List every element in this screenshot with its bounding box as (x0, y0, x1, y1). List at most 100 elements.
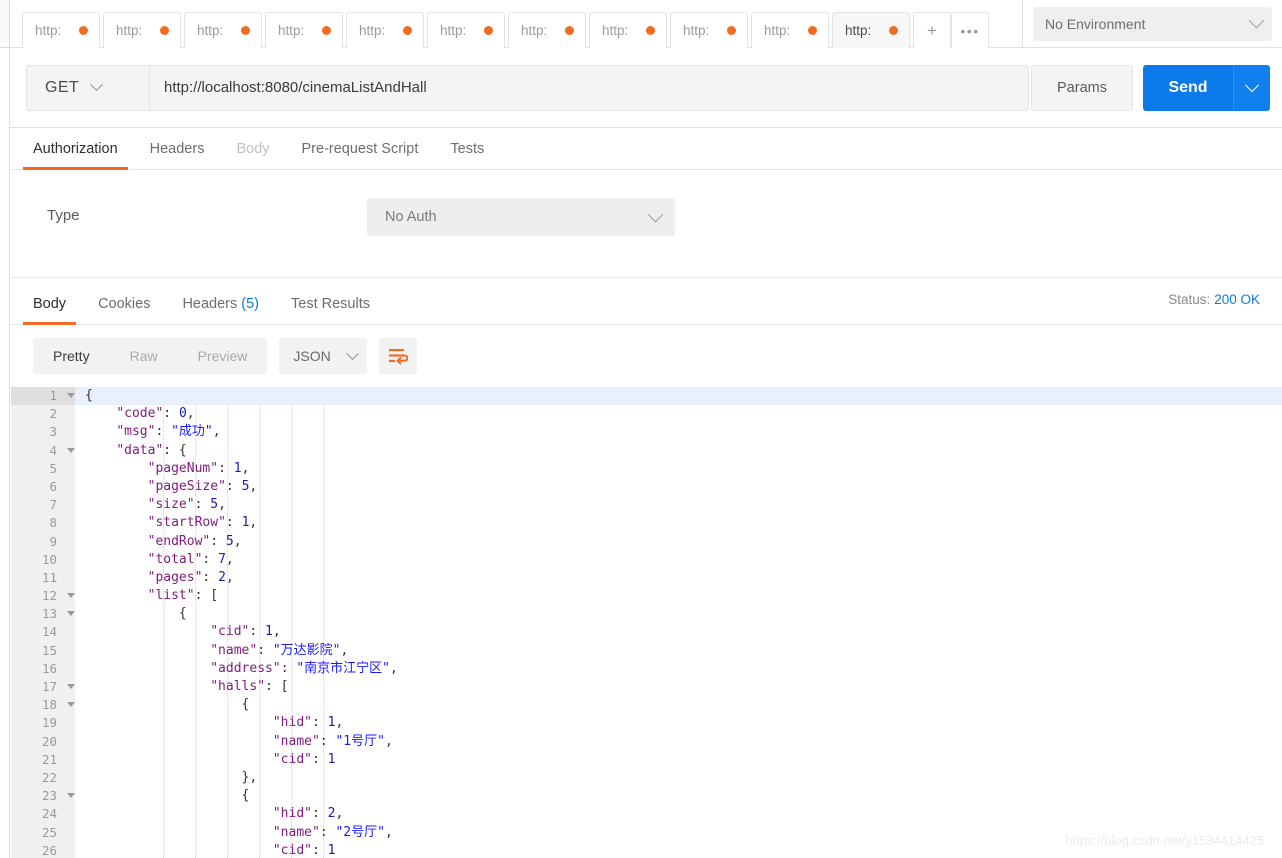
request-tab-label: http: (116, 23, 143, 38)
code-line: 16 "address": "南京市江宁区", (11, 659, 1282, 679)
request-tab-label: http: (602, 23, 629, 38)
response-tab-cookies[interactable]: Cookies (82, 283, 166, 324)
line-number: 2 (49, 406, 57, 422)
line-number-gutter: 21 (11, 750, 75, 769)
send-button[interactable]: Send (1143, 64, 1233, 111)
tab-authorization[interactable]: Authorization (17, 128, 134, 170)
request-tab-label: http: (845, 23, 872, 38)
auth-type-select[interactable]: No Auth (367, 198, 675, 236)
code-line: 15 "name": "万达影院", (11, 641, 1282, 660)
word-wrap-toggle[interactable] (379, 338, 418, 374)
line-number-gutter: 4 (11, 441, 75, 460)
code-line-text: "data": { (116, 442, 187, 458)
code-line: 21 "cid": 1 (11, 750, 1282, 769)
send-options-button[interactable] (1233, 64, 1270, 111)
unsaved-dot-icon (646, 26, 655, 35)
code-line: 8 "startRow": 1, (11, 514, 1282, 533)
line-number-gutter: 2 (11, 405, 75, 424)
view-mode-preview[interactable]: Preview (178, 338, 268, 374)
tab-headers[interactable]: Headers (134, 128, 221, 169)
line-number: 8 (49, 515, 57, 531)
request-tab-5[interactable]: http: (346, 12, 424, 48)
line-number-gutter: 14 (11, 623, 75, 642)
request-tab-6[interactable]: http: (427, 12, 505, 48)
tab-label: Tests (450, 140, 485, 157)
request-tab-label: http: (683, 23, 710, 38)
line-number-gutter: 24 (11, 805, 75, 824)
http-method-select[interactable]: GET (26, 64, 149, 111)
line-number: 6 (49, 478, 57, 494)
tab-tests[interactable]: Tests (434, 128, 500, 169)
line-number-gutter: 16 (11, 659, 75, 679)
code-line-text: "pages": 2, (147, 569, 234, 585)
tab-body[interactable]: Body (220, 128, 285, 169)
fold-triangle-icon[interactable] (67, 393, 75, 398)
response-tab-test-results[interactable]: Test Results (275, 283, 386, 324)
code-line-text: { (85, 388, 93, 403)
response-tab-headers[interactable]: Headers (5) (166, 283, 275, 324)
line-number: 14 (41, 624, 57, 640)
request-tab-11[interactable]: http: (832, 12, 910, 48)
response-tab-count: (5) (241, 295, 259, 312)
code-line: 2 "code": 0, (11, 405, 1282, 424)
code-line-text: "address": "南京市江宁区", (210, 660, 398, 676)
request-tab-9[interactable]: http: (670, 12, 748, 48)
code-line: 14 "cid": 1, (11, 623, 1282, 642)
code-line-text: "hid": 1, (272, 715, 344, 731)
tab-label: Pre-request Script (301, 140, 419, 157)
url-input[interactable]: http://localhost:8080/cinemaListAndHall (149, 64, 1029, 111)
line-number-gutter: 22 (11, 768, 75, 788)
view-mode-pretty[interactable]: Pretty (33, 338, 110, 374)
line-number-gutter: 13 (11, 605, 75, 624)
fold-triangle-icon[interactable] (67, 702, 75, 708)
view-mode-raw[interactable]: Raw (110, 338, 178, 374)
line-number-gutter: 26 (11, 841, 75, 858)
unsaved-dot-icon (565, 26, 574, 35)
fold-triangle-icon[interactable] (67, 793, 75, 799)
response-section-tabs: Body Cookies Headers (5) Test Results Status… (11, 283, 1282, 325)
new-tab-button[interactable]: + (913, 12, 951, 48)
request-tab-7[interactable]: http: (508, 12, 586, 48)
fold-triangle-icon[interactable] (67, 684, 75, 689)
line-number-gutter: 17 (11, 678, 75, 697)
tab-label: Authorization (33, 140, 118, 157)
response-format-select[interactable]: JSON (279, 338, 368, 374)
line-number-gutter: 7 (11, 496, 75, 515)
line-number: 25 (41, 824, 57, 840)
fold-triangle-icon[interactable] (67, 611, 75, 617)
fold-triangle-icon[interactable] (67, 593, 75, 599)
code-line-text: { (241, 788, 250, 804)
request-tab-2[interactable]: http: (103, 12, 181, 48)
request-tab-1[interactable]: http: (22, 12, 100, 48)
code-line: 7 "size": 5, (11, 496, 1282, 515)
chevron-down-icon (346, 346, 360, 360)
line-number-gutter: 12 (11, 587, 75, 606)
code-line-text: "startRow": 1, (147, 515, 258, 531)
response-tab-label: Cookies (98, 295, 151, 312)
code-line: 3 "msg": "成功", (11, 423, 1282, 442)
code-line: 26 "cid": 1 (11, 841, 1282, 858)
request-tab-10[interactable]: http: (751, 12, 829, 48)
code-line: 11 "pages": 2, (11, 568, 1282, 588)
request-tab-8[interactable]: http: (589, 12, 667, 48)
tab-pre-request-script[interactable]: Pre-request Script (286, 128, 435, 169)
http-method-value: GET (45, 78, 80, 96)
response-body-viewer[interactable]: 1{2 "code": 0, 3 "msg": "成功", 4 "data": {5… (11, 387, 1282, 858)
code-line: 10 "total": 7, (11, 550, 1282, 569)
params-button[interactable]: Params (1031, 64, 1133, 111)
request-tab-4[interactable]: http: (265, 12, 343, 48)
environment-select[interactable]: No Environment (1033, 6, 1272, 41)
code-line-text: "size": 5, (147, 497, 226, 513)
line-number: 7 (49, 497, 57, 513)
code-line: 18 { (11, 696, 1282, 715)
response-tab-body[interactable]: Body (17, 283, 82, 325)
tab-options-button[interactable]: ••• (951, 12, 989, 48)
code-line-text: "name": "2号厅", (272, 824, 393, 840)
status-label: Status: (1168, 292, 1211, 307)
line-number-gutter: 3 (11, 423, 75, 442)
fold-triangle-icon[interactable] (67, 447, 75, 453)
line-number-gutter: 18 (11, 696, 75, 715)
request-tab-3[interactable]: http: (184, 12, 262, 48)
request-section-tabs: Authorization Headers Body Pre-request Scri… (11, 128, 1282, 170)
code-line-text: "cid": 1 (272, 842, 336, 858)
